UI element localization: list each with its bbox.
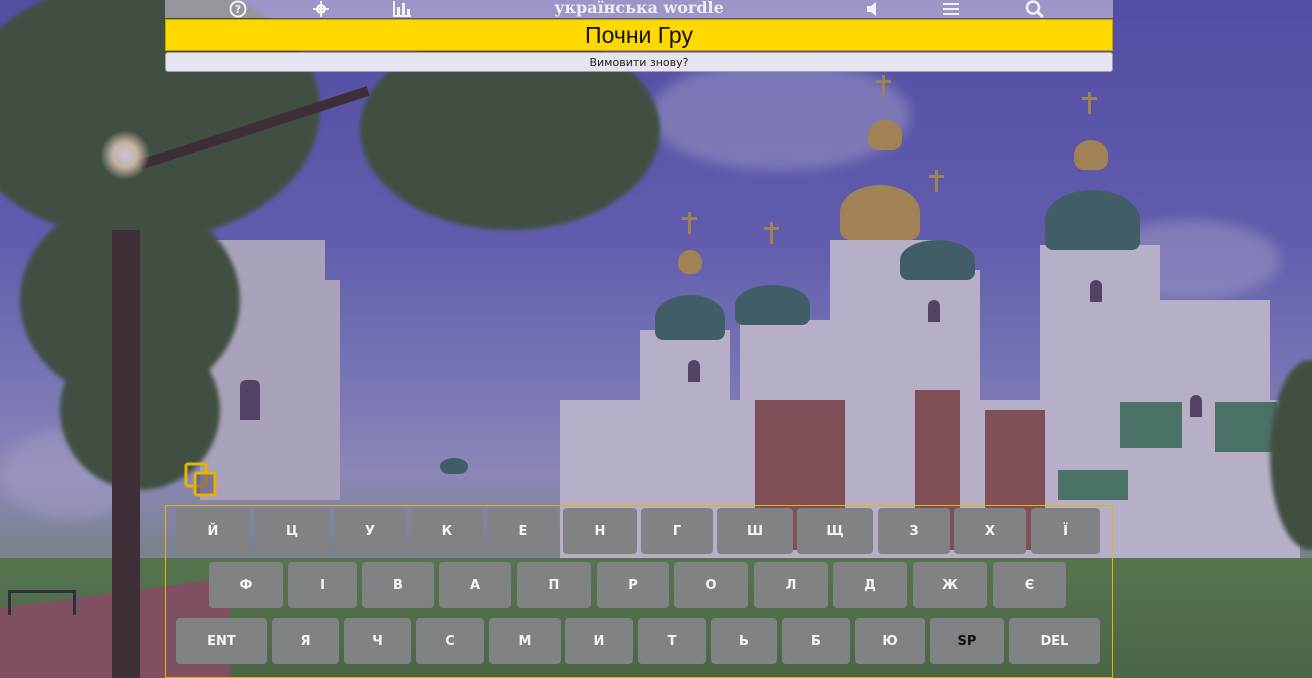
key[interactable]: І <box>288 562 357 608</box>
key[interactable]: О <box>674 562 748 608</box>
key[interactable]: Е <box>487 508 559 554</box>
key[interactable]: Щ <box>797 508 873 554</box>
key[interactable]: П <box>517 562 591 608</box>
key[interactable]: Ц <box>255 508 329 554</box>
enter-key[interactable]: ENT <box>176 618 267 664</box>
key[interactable]: Г <box>641 508 713 554</box>
key[interactable]: Ї <box>1031 508 1100 554</box>
key[interactable]: З <box>878 508 950 554</box>
key[interactable]: К <box>411 508 483 554</box>
top-bar: ? українська wordle <box>165 0 1113 18</box>
key[interactable]: Б <box>782 618 850 664</box>
key[interactable]: Й <box>176 508 250 554</box>
key[interactable]: И <box>565 618 633 664</box>
key[interactable]: А <box>439 562 511 608</box>
key[interactable]: М <box>489 618 561 664</box>
key[interactable]: Я <box>272 618 339 664</box>
key[interactable]: Ф <box>209 562 283 608</box>
key[interactable]: Ю <box>855 618 925 664</box>
key[interactable]: Т <box>638 618 706 664</box>
key[interactable]: Ь <box>711 618 777 664</box>
key[interactable]: У <box>334 508 406 554</box>
key[interactable]: Ж <box>913 562 987 608</box>
keyboard: Й Ц У К Е Н Г Ш Щ З Х Ї Ф І В А П Р О Л … <box>165 505 1113 678</box>
space-key[interactable]: SP <box>930 618 1004 664</box>
key[interactable]: Р <box>597 562 669 608</box>
speaker-icon[interactable] <box>865 0 881 18</box>
copy-icon[interactable] <box>184 462 218 498</box>
key[interactable]: С <box>416 618 484 664</box>
key[interactable]: В <box>362 562 434 608</box>
start-game-banner[interactable]: Почни Гру <box>165 19 1113 51</box>
key[interactable]: Н <box>563 508 637 554</box>
search-icon[interactable] <box>1023 0 1047 18</box>
site-title: українська wordle <box>554 0 724 17</box>
key[interactable]: Ш <box>717 508 793 554</box>
key[interactable]: Х <box>954 508 1026 554</box>
delete-key[interactable]: DEL <box>1009 618 1100 664</box>
speak-again-button[interactable]: Вимовити знову? <box>165 52 1113 72</box>
menu-icon[interactable] <box>941 0 961 18</box>
key[interactable]: Д <box>833 562 907 608</box>
key[interactable]: Л <box>754 562 828 608</box>
key[interactable]: Є <box>993 562 1066 608</box>
key[interactable]: Ч <box>344 618 411 664</box>
